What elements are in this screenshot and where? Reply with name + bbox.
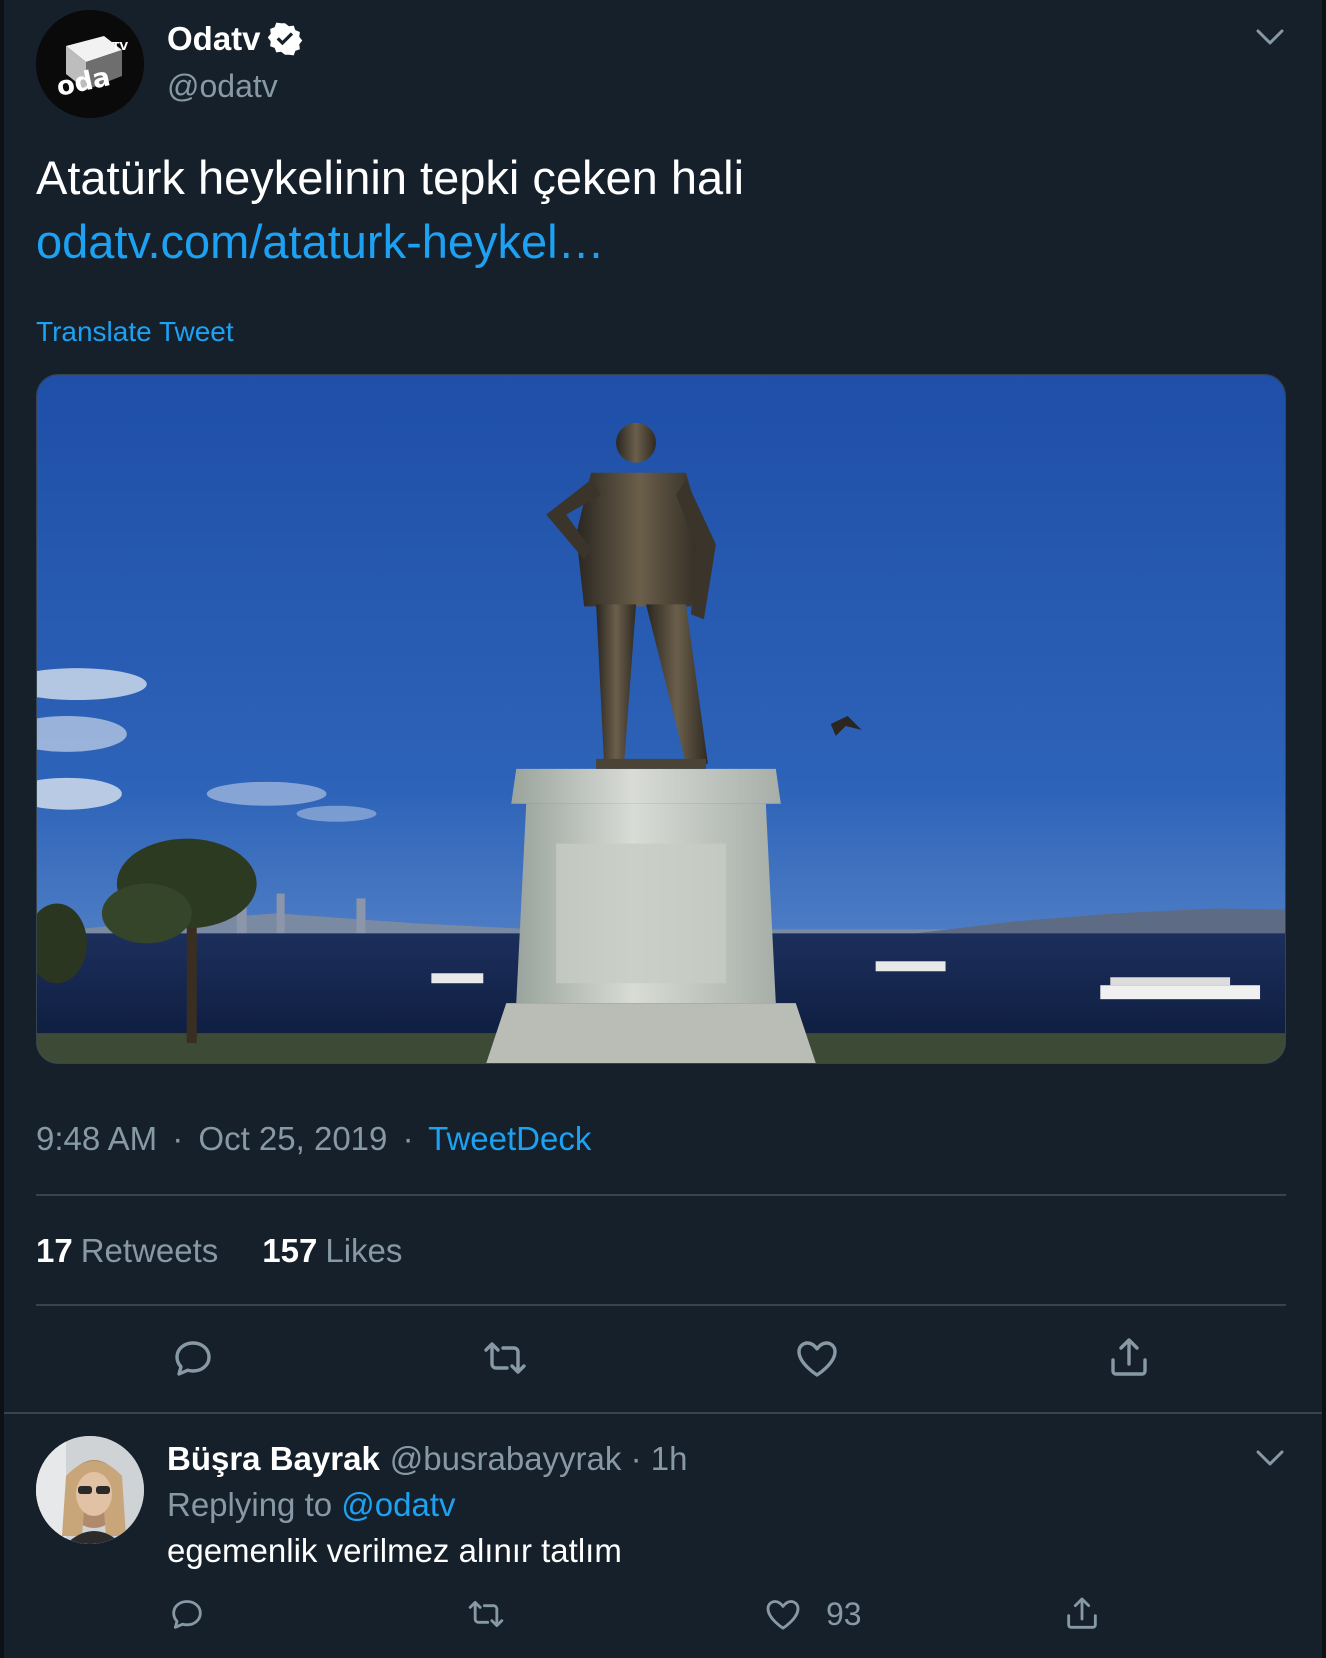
retweet-icon[interactable] — [466, 1594, 506, 1634]
engagement-stats: 17 Retweets 157 Likes — [36, 1232, 446, 1270]
reply-age[interactable]: 1h — [651, 1440, 688, 1477]
retweet-icon[interactable] — [481, 1334, 529, 1382]
separator-dot: · — [630, 1440, 642, 1477]
author-name-row[interactable]: Odatv — [167, 20, 303, 58]
reply-author-handle[interactable]: @busrabayyrak — [390, 1440, 622, 1477]
reply-author-avatar[interactable] — [36, 1436, 144, 1544]
tweet-date[interactable]: Oct 25, 2019 — [198, 1120, 387, 1157]
retweets-count: 17 — [36, 1232, 73, 1269]
reply-text: egemenlik verilmez alınır tatlım — [167, 1532, 622, 1569]
tweet-separator — [4, 1412, 1322, 1414]
author-display-name[interactable]: Odatv — [167, 20, 261, 58]
separator-dot: · — [402, 1120, 414, 1157]
chevron-down-icon[interactable] — [1254, 1447, 1286, 1469]
divider — [36, 1304, 1286, 1306]
odatv-logo: oda TV — [36, 10, 144, 118]
separator-dot: · — [172, 1120, 184, 1157]
likes-label: Likes — [325, 1232, 403, 1269]
heart-icon[interactable] — [793, 1334, 841, 1382]
tweet-time[interactable]: 9:48 AM — [36, 1120, 157, 1157]
replying-to-label: Replying to — [167, 1486, 333, 1523]
reply-like-count: 93 — [826, 1596, 862, 1632]
divider — [36, 1194, 1286, 1196]
window-border-right — [1322, 0, 1326, 1658]
reply-icon[interactable] — [169, 1334, 217, 1382]
tweet-body: Atatürk heykelinin tepki çeken hali — [36, 151, 745, 204]
tweet-text: Atatürk heykelinin tepki çeken hali odat… — [36, 146, 744, 274]
retweets-stat[interactable]: 17 Retweets — [36, 1232, 218, 1270]
svg-text:TV: TV — [112, 40, 129, 53]
tweet-timestamp: 9:48 AM · Oct 25, 2019 · TweetDeck — [36, 1120, 591, 1158]
likes-count: 157 — [262, 1232, 318, 1269]
verified-badge-icon — [267, 21, 303, 57]
window-border-left — [0, 0, 4, 1658]
tweet-image[interactable] — [36, 374, 1286, 1064]
chevron-down-icon[interactable] — [1254, 26, 1286, 48]
tweet-link[interactable]: odatv.com/ataturk-heykel… — [36, 210, 744, 274]
translate-tweet-link[interactable]: Translate Tweet — [36, 316, 234, 348]
reply-icon[interactable] — [167, 1594, 207, 1634]
tweet-source-link[interactable]: TweetDeck — [428, 1120, 591, 1157]
statue-photo — [37, 375, 1285, 1063]
reply-avatar-photo — [36, 1436, 144, 1544]
share-icon[interactable] — [1062, 1594, 1102, 1634]
likes-stat[interactable]: 157 Likes — [262, 1232, 402, 1270]
reply-author-name[interactable]: Büşra Bayrak — [167, 1440, 380, 1477]
replying-to: Replying to @odatv — [167, 1486, 456, 1524]
reply-header: Büşra Bayrak @busrabayyrak · 1h — [167, 1440, 687, 1478]
heart-icon[interactable] — [763, 1594, 803, 1634]
retweets-label: Retweets — [80, 1232, 219, 1269]
author-avatar[interactable]: oda TV — [36, 10, 144, 118]
share-icon[interactable] — [1105, 1334, 1153, 1382]
author-handle[interactable]: @odatv — [167, 68, 278, 105]
replying-to-handle[interactable]: @odatv — [341, 1486, 455, 1523]
